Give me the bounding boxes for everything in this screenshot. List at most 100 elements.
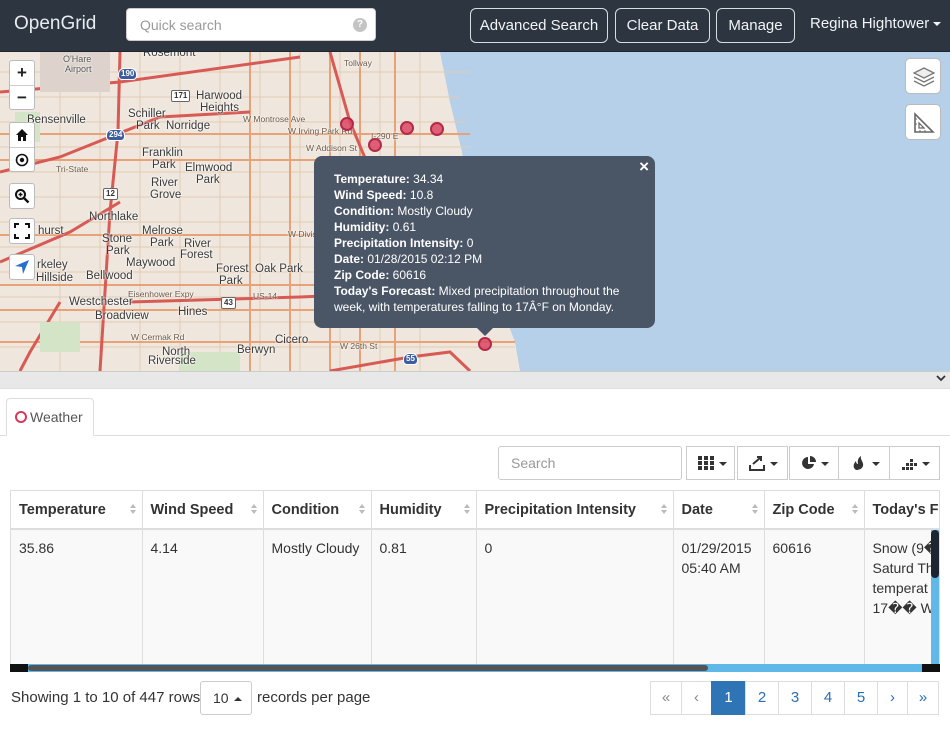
map-label: Oak Park [255, 263, 303, 275]
map-label: Forest [180, 249, 213, 261]
page-2-button[interactable]: 2 [745, 681, 779, 715]
table-search[interactable] [498, 446, 682, 480]
highway-shield: 43 [221, 297, 236, 309]
column-header[interactable]: Temperature [11, 491, 143, 530]
street-label: W Cermak Rd [131, 332, 185, 342]
page-4-button[interactable]: 4 [811, 681, 845, 715]
popup-value: 10.8 [409, 188, 434, 202]
map-marker[interactable] [368, 138, 382, 152]
fire-icon [853, 456, 864, 470]
map-label: Norridge [166, 120, 211, 132]
map-marker[interactable] [340, 117, 354, 131]
first-page-button[interactable]: « [650, 681, 682, 715]
column-header[interactable]: Condition [263, 491, 372, 530]
measure-button[interactable] [905, 104, 941, 140]
locate-icon[interactable] [10, 147, 34, 171]
caret-down-icon [922, 462, 930, 466]
heatmap-button[interactable] [838, 446, 890, 480]
street-label: US-14 [253, 291, 278, 301]
street-label: W 26th St [340, 341, 378, 351]
highway-shield: 12 [103, 188, 118, 200]
next-page-button[interactable]: › [877, 681, 908, 715]
popup-label: Humidity: [334, 220, 390, 234]
column-header[interactable]: Date [673, 491, 765, 530]
table-header-row: Temperature Wind Speed Condition Humidit… [11, 491, 939, 530]
help-icon[interactable]: ? [353, 18, 367, 32]
column-header[interactable]: Precipitation Intensity [476, 491, 674, 530]
page-5-button[interactable]: 5 [844, 681, 878, 715]
advanced-search-button[interactable]: Advanced Search [470, 8, 608, 43]
table-row[interactable]: 35.86 4.14 Mostly Cloudy 0.81 0 01/29/20… [11, 529, 939, 669]
map-marker[interactable] [400, 121, 414, 135]
popup-row: Today's Forecast: Mixed precipitation th… [334, 283, 635, 315]
map-label: Cicero [275, 334, 309, 346]
home-icon[interactable] [10, 123, 34, 147]
page-size-value: 10 [213, 690, 229, 706]
popup-row: Condition: Mostly Cloudy [334, 203, 635, 219]
column-header[interactable]: Zip Code [764, 491, 865, 530]
map-label: Northlake [89, 211, 139, 223]
pagination-info: Showing 1 to 10 of 447 rows [11, 689, 201, 706]
scroll-thumb[interactable] [931, 530, 939, 578]
user-name: Regina Hightower [810, 15, 930, 32]
dataset-tabs: Weather [0, 398, 950, 436]
map-marker[interactable] [478, 337, 492, 351]
page-3-button[interactable]: 3 [778, 681, 812, 715]
page-1-button[interactable]: 1 [711, 681, 746, 715]
caret-down-icon [770, 462, 778, 466]
map-label: Grove [150, 189, 182, 201]
scroll-left-button[interactable] [10, 664, 28, 672]
column-header[interactable]: Wind Speed [142, 491, 264, 530]
quick-search-input[interactable] [127, 9, 375, 40]
popup-tail [476, 327, 494, 336]
map-label: Bellwood [86, 270, 133, 282]
zoom-out-button[interactable]: − [10, 85, 34, 109]
fullscreen-icon [14, 223, 30, 239]
map-label: Maywood [126, 257, 176, 269]
tab-weather[interactable]: Weather [6, 398, 94, 436]
map-label: Hines [178, 306, 208, 318]
fullscreen-button[interactable] [9, 218, 35, 244]
navigation-arrow-icon [15, 260, 29, 274]
column-header[interactable]: Today's F [864, 491, 939, 530]
popup-value: 34.34 [413, 172, 444, 186]
scroll-thumb[interactable] [28, 665, 708, 671]
scroll-right-button[interactable] [922, 664, 940, 672]
manage-button[interactable]: Manage [716, 8, 795, 43]
map-label: Park [136, 120, 160, 132]
horizontal-scrollbar[interactable] [10, 664, 940, 672]
quick-search[interactable]: ? [126, 8, 376, 41]
zoom-box-button[interactable] [9, 183, 35, 209]
export-button[interactable] [737, 446, 788, 480]
table-cell: 60616 [764, 529, 865, 669]
last-page-button[interactable]: » [907, 681, 939, 715]
user-menu[interactable]: Regina Hightower [810, 15, 942, 32]
zoom-in-button[interactable]: + [10, 61, 34, 85]
caret-down-icon [872, 462, 880, 466]
table-cell: Mostly Cloudy [263, 529, 372, 669]
app-brand[interactable]: OpenGrid [14, 13, 96, 35]
close-icon[interactable]: × [639, 158, 649, 175]
popup-row: Date: 01/28/2015 02:12 PM [334, 251, 635, 267]
vertical-scrollbar[interactable] [931, 530, 939, 664]
table-cell: 4.14 [142, 529, 264, 669]
clear-data-button[interactable]: Clear Data [615, 8, 710, 43]
popup-label: Condition: [334, 204, 394, 218]
map-popup: × Temperature: 34.34 Wind Speed: 10.8 Co… [314, 156, 655, 328]
page-size-select[interactable]: 10 [200, 681, 252, 715]
records-per-page-label: records per page [257, 689, 371, 706]
column-header[interactable]: Humidity [371, 491, 477, 530]
columns-button[interactable] [686, 446, 735, 480]
table-search-input[interactable] [499, 447, 681, 479]
circle-icon [15, 411, 27, 423]
chevron-down-icon[interactable] [936, 373, 946, 386]
scatter-chart-button[interactable] [889, 446, 940, 480]
home-locate-control [9, 122, 35, 172]
map-collapse-bar[interactable] [0, 371, 950, 389]
map-marker[interactable] [430, 122, 444, 136]
geolocate-button[interactable] [9, 254, 35, 280]
pie-chart-button[interactable] [789, 446, 839, 480]
layers-button[interactable] [905, 58, 941, 94]
prev-page-button[interactable]: ‹ [681, 681, 712, 715]
magnifier-icon [15, 189, 30, 204]
